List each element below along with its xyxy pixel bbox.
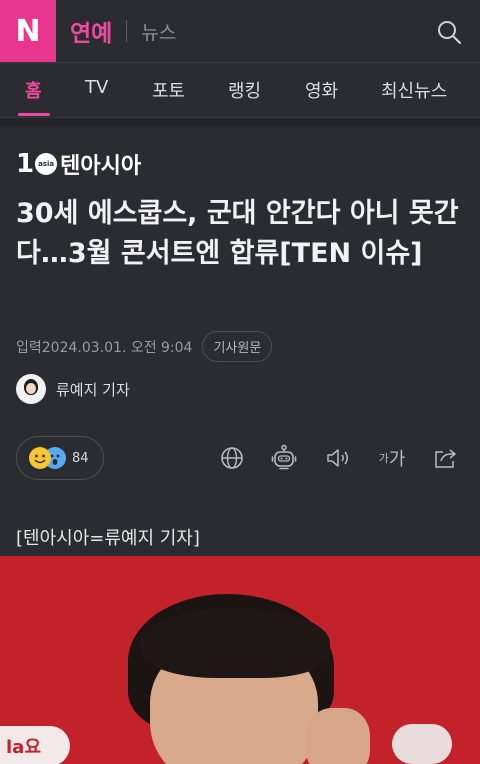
robot-icon: [271, 444, 297, 470]
logo-digit: 1: [16, 149, 35, 179]
font-size-small-label: 가: [378, 452, 389, 465]
globe-icon: [221, 447, 243, 469]
article-photo[interactable]: la요: [0, 556, 480, 764]
article-meta: 입력2024.03.01. 오전 9:04 기사원문: [16, 331, 273, 362]
font-size-large-label: 가: [388, 449, 406, 470]
section-title[interactable]: 연예: [70, 14, 112, 48]
reaction-count: 84: [72, 450, 89, 466]
photo-bangs: [140, 608, 330, 678]
translate-button[interactable]: [218, 444, 246, 472]
reaction-button[interactable]: 84: [16, 436, 104, 480]
share-icon: [435, 449, 456, 468]
article-headline: 30세 에스쿱스, 군대 안간다 아니 못간다…3월 콘서트엔 합류[TEN 이…: [16, 198, 459, 269]
tab-home[interactable]: 홈: [25, 77, 42, 103]
reporter-avatar: [16, 374, 46, 404]
search-icon[interactable]: [436, 19, 462, 45]
font-size-icon[interactable]: 가가: [376, 444, 408, 472]
tab-latest-news[interactable]: 최신뉴스: [381, 77, 447, 103]
article-caption: [텐아시아=류예지 기자]: [16, 528, 200, 549]
press-logo[interactable]: 1 asia 텐아시아: [16, 148, 141, 180]
tab-photo[interactable]: 포토: [152, 77, 185, 103]
category-tabs: 홈 TV 포토 랭킹 영화 최신뉴스: [0, 62, 480, 118]
header-divider: [126, 20, 128, 42]
logo-badge: asia: [35, 153, 58, 175]
speaker-icon: [327, 449, 348, 467]
tab-ranking[interactable]: 랭킹: [228, 77, 261, 103]
naver-logo[interactable]: N: [0, 0, 56, 62]
press-name: 텐아시아: [60, 154, 142, 179]
audio-button[interactable]: [324, 444, 352, 472]
tab-tv[interactable]: TV: [85, 77, 108, 98]
photo-hand: [306, 708, 370, 764]
share-button[interactable]: [432, 444, 460, 472]
background-sign: la요: [0, 726, 70, 764]
original-article-button[interactable]: 기사원문: [202, 331, 273, 362]
sub-section-title[interactable]: 뉴스: [141, 18, 176, 45]
summary-button[interactable]: [270, 444, 298, 472]
publish-date: 입력2024.03.01. 오전 9:04: [16, 339, 193, 356]
background-sign-right: [392, 724, 452, 764]
tab-movie[interactable]: 영화: [305, 77, 338, 103]
active-tab-indicator: [18, 113, 50, 116]
section-divider: [0, 118, 480, 126]
reporter-info[interactable]: 류예지 기자: [16, 374, 130, 404]
top-bar: N 연예 뉴스: [0, 0, 480, 62]
reporter-name: 류예지 기자: [56, 380, 130, 399]
smile-emoji-icon: [29, 447, 51, 469]
tenasia-logo-mark: 1 asia: [16, 151, 60, 177]
